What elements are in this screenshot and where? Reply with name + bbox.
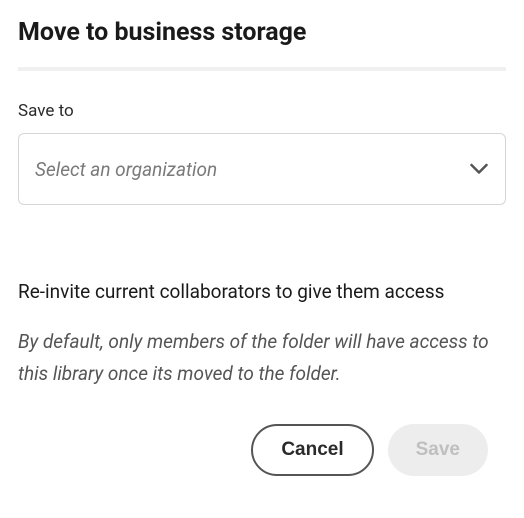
reinvite-heading: Re-invite current collaborators to give … bbox=[18, 279, 506, 306]
button-row: Cancel Save bbox=[251, 424, 488, 476]
save-to-label: Save to bbox=[18, 101, 506, 121]
cancel-button[interactable]: Cancel bbox=[251, 424, 373, 476]
divider bbox=[18, 67, 506, 71]
dialog-title: Move to business storage bbox=[18, 18, 506, 47]
organization-select[interactable]: Select an organization bbox=[18, 133, 506, 205]
organization-select-placeholder: Select an organization bbox=[35, 158, 217, 181]
save-button[interactable]: Save bbox=[388, 424, 488, 476]
organization-select-wrapper: Select an organization bbox=[18, 133, 506, 205]
move-to-business-storage-dialog: Move to business storage Save to Select … bbox=[18, 18, 506, 500]
reinvite-description: By default, only members of the folder w… bbox=[18, 326, 506, 391]
